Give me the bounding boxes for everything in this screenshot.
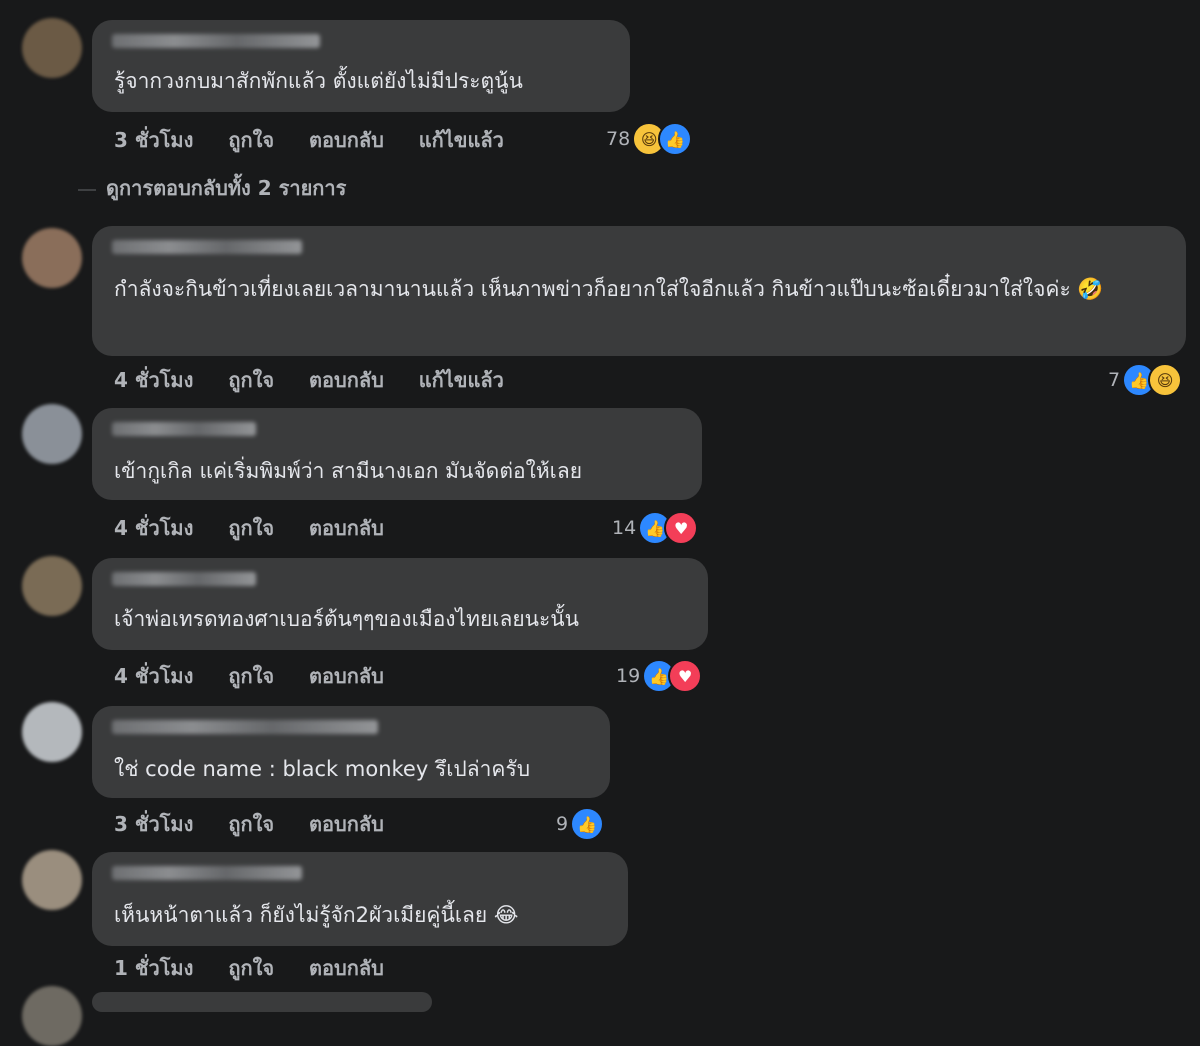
like-link[interactable]: ถูกใจ <box>228 812 274 836</box>
comment-actions: 4 ชั่วโมง ถูกใจ ตอบกลับ แก้ไขแล้ว <box>114 364 532 396</box>
like-link[interactable]: ถูกใจ <box>228 516 274 540</box>
edited-label: แก้ไขแล้ว <box>418 368 504 392</box>
love-icon: ♥ <box>664 511 699 545</box>
like-link[interactable]: ถูกใจ <box>228 128 274 152</box>
reply-link[interactable]: ตอบกลับ <box>309 664 384 688</box>
comment-text: เจ้าพ่อเทรดทองศาเบอร์ต้นๆๆของเมืองไทยเลย… <box>114 607 579 631</box>
timestamp-link[interactable]: 3 ชั่วโมง <box>114 128 193 152</box>
comment-text: รู้จากวงกบมาสักพักแล้ว ตั้งแต่ยังไม่มีปร… <box>114 69 523 93</box>
reaction-summary[interactable]: 9 👍 <box>556 807 605 841</box>
like-link[interactable]: ถูกใจ <box>228 956 274 980</box>
comment-actions: 4 ชั่วโมง ถูกใจ ตอบกลับ <box>114 660 412 692</box>
comment-bubble: กำลังจะกินข้าวเที่ยงเลยเวลามานานแล้ว เห็… <box>92 226 1186 356</box>
view-replies-label: ดูการตอบกลับทั้ง 2 รายการ <box>106 176 347 200</box>
reply-link[interactable]: ตอบกลับ <box>309 368 384 392</box>
comment-text: เห็นหน้าตาแล้ว ก็ยังไม่รู้จัก2ผัวเมียคู่… <box>114 903 519 927</box>
comment-bubble-partial <box>92 992 432 1012</box>
comment-bubble: เห็นหน้าตาแล้ว ก็ยังไม่รู้จัก2ผัวเมียคู่… <box>92 852 628 946</box>
thread-line <box>78 188 96 191</box>
timestamp-link[interactable]: 4 ชั่วโมง <box>114 664 193 688</box>
reaction-summary[interactable]: 78 😆 👍 <box>606 122 693 156</box>
comment-bubble: ใช่ code name : black monkey รึเปล่าครับ <box>92 706 610 798</box>
comment-actions: 1 ชั่วโมง ถูกใจ ตอบกลับ <box>114 952 412 984</box>
comment-text: เข้ากูเกิล แค่เริ่มพิมพ์ว่า สามีนางเอก ม… <box>114 459 583 483</box>
comment-actions: 3 ชั่วโมง ถูกใจ ตอบกลับ แก้ไขแล้ว <box>114 124 532 156</box>
author-name-blurred[interactable] <box>112 866 302 880</box>
like-icon: 👍 <box>658 122 693 156</box>
comment-bubble: เข้ากูเกิล แค่เริ่มพิมพ์ว่า สามีนางเอก ม… <box>92 408 702 500</box>
haha-icon: 😆 <box>1148 363 1183 397</box>
love-icon: ♥ <box>668 659 703 693</box>
reply-link[interactable]: ตอบกลับ <box>309 812 384 836</box>
avatar[interactable] <box>22 850 82 910</box>
reaction-count: 7 <box>1108 369 1121 391</box>
like-icon: 👍 <box>570 807 605 841</box>
reaction-count: 14 <box>612 517 637 539</box>
like-link[interactable]: ถูกใจ <box>228 664 274 688</box>
timestamp-link[interactable]: 4 ชั่วโมง <box>114 516 193 540</box>
timestamp-link[interactable]: 1 ชั่วโมง <box>114 956 193 980</box>
reaction-count: 19 <box>616 665 641 687</box>
reply-link[interactable]: ตอบกลับ <box>309 516 384 540</box>
comment-text: กำลังจะกินข้าวเที่ยงเลยเวลามานานแล้ว เห็… <box>114 277 1104 301</box>
timestamp-link[interactable]: 4 ชั่วโมง <box>114 368 193 392</box>
timestamp-link[interactable]: 3 ชั่วโมง <box>114 812 193 836</box>
view-replies-link[interactable]: ดูการตอบกลับทั้ง 2 รายการ <box>78 172 346 204</box>
comment-bubble: รู้จากวงกบมาสักพักแล้ว ตั้งแต่ยังไม่มีปร… <box>92 20 630 112</box>
reply-link[interactable]: ตอบกลับ <box>309 128 384 152</box>
author-name-blurred[interactable] <box>112 720 378 734</box>
comment-actions: 4 ชั่วโมง ถูกใจ ตอบกลับ <box>114 512 412 544</box>
author-name-blurred[interactable] <box>112 572 256 586</box>
reaction-summary[interactable]: 7 👍 😆 <box>1108 363 1183 397</box>
author-name-blurred[interactable] <box>112 34 320 48</box>
like-link[interactable]: ถูกใจ <box>228 368 274 392</box>
avatar[interactable] <box>22 228 82 288</box>
comment-bubble: เจ้าพ่อเทรดทองศาเบอร์ต้นๆๆของเมืองไทยเลย… <box>92 558 708 650</box>
author-name-blurred[interactable] <box>112 422 256 436</box>
author-name-blurred[interactable] <box>112 240 302 254</box>
comment-actions: 3 ชั่วโมง ถูกใจ ตอบกลับ <box>114 808 412 840</box>
reaction-summary[interactable]: 14 👍 ♥ <box>612 511 699 545</box>
edited-label: แก้ไขแล้ว <box>418 128 504 152</box>
avatar-partial[interactable] <box>22 986 82 1046</box>
avatar[interactable] <box>22 18 82 78</box>
reaction-count: 9 <box>556 813 569 835</box>
reply-link[interactable]: ตอบกลับ <box>309 956 384 980</box>
avatar[interactable] <box>22 556 82 616</box>
avatar[interactable] <box>22 404 82 464</box>
comment-text: ใช่ code name : black monkey รึเปล่าครับ <box>114 757 531 781</box>
avatar[interactable] <box>22 702 82 762</box>
reaction-summary[interactable]: 19 👍 ♥ <box>616 659 703 693</box>
reaction-count: 78 <box>606 128 631 150</box>
